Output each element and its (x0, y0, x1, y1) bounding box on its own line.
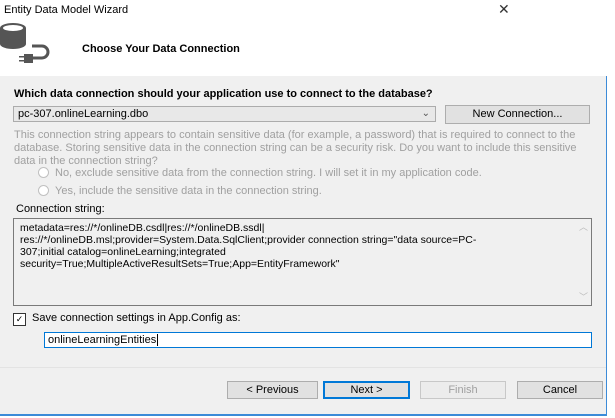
radio-label: No, exclude sensitive data from the conn… (55, 167, 482, 179)
save-settings-label: Save connection settings in App.Config a… (32, 312, 241, 324)
new-connection-button[interactable]: New Connection... (445, 105, 590, 124)
next-button[interactable]: Next > (323, 381, 410, 399)
text-cursor (157, 334, 159, 346)
scroll-down-icon[interactable]: ﹀ (579, 291, 588, 303)
window-title: Entity Data Model Wizard (4, 4, 129, 16)
radio-label: Yes, include the sensitive data in the c… (55, 185, 322, 197)
scroll-up-icon[interactable]: ︿ (579, 221, 588, 233)
cancel-button[interactable]: Cancel (517, 381, 603, 399)
radio-include-sensitive[interactable]: Yes, include the sensitive data in the c… (38, 185, 322, 197)
radio-exclude-sensitive[interactable]: No, exclude sensitive data from the conn… (38, 167, 482, 179)
divider (0, 367, 606, 368)
connection-string-text: metadata=res://*/onlineDB.csdl|res://*/o… (20, 222, 477, 270)
chevron-down-icon: ⌄ (421, 108, 430, 119)
connection-string-textarea[interactable]: metadata=res://*/onlineDB.csdl|res://*/o… (13, 218, 592, 306)
database-connection-icon (0, 23, 50, 63)
previous-button[interactable]: < Previous (227, 381, 318, 399)
entity-name-value: onlineLearningEntities (48, 334, 157, 346)
finish-button[interactable]: Finish (420, 381, 506, 399)
entity-name-input[interactable]: onlineLearningEntities (44, 332, 592, 348)
radio-circle (38, 185, 49, 196)
connection-string-label: Connection string: (16, 203, 105, 215)
scrollbar[interactable]: ︿ ﹀ (574, 219, 591, 305)
radio-circle (38, 167, 49, 178)
page-title: Choose Your Data Connection (82, 43, 240, 55)
save-settings-checkbox[interactable]: ✓ (13, 313, 26, 326)
sensitive-data-info: This connection string appears to contai… (14, 129, 577, 167)
close-icon[interactable]: ✕ (498, 1, 510, 18)
connection-question: Which data connection should your applic… (14, 88, 433, 100)
connection-select-value: pc-307.onlineLearning.dbo (18, 108, 149, 120)
connection-select[interactable]: pc-307.onlineLearning.dbo ⌄ (13, 106, 436, 122)
